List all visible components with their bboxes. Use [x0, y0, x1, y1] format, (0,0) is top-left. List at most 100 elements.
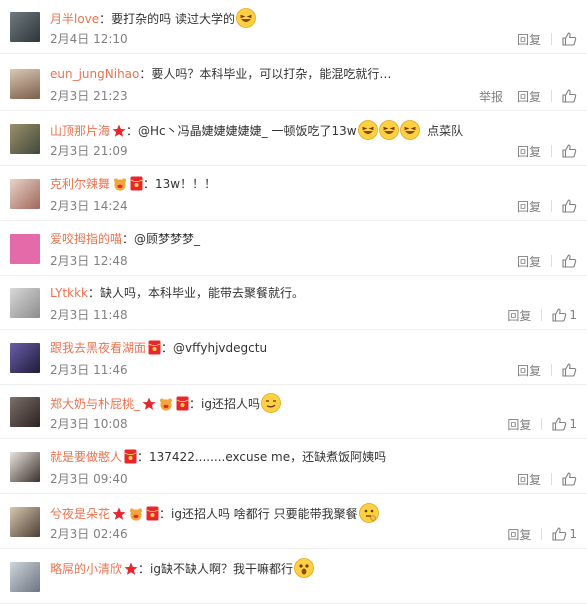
comment-time: 2月3日 09:40	[50, 472, 128, 486]
comment-username[interactable]: 略屌的小清欣	[50, 562, 122, 576]
redpacket-badge-icon	[124, 449, 137, 468]
action-divider	[541, 418, 543, 430]
like-button[interactable]: 1	[552, 417, 577, 431]
like-button[interactable]: 1	[552, 527, 577, 541]
smirk-emoji-icon	[261, 393, 281, 413]
comment-line: LYtkkk：缺人吗，本科毕业，能带去聚餐就行。	[50, 284, 567, 304]
comment-line: 山顶那片海 ：@Hc丶冯晶婕婕婕婕婕_ 一顿饭吃了13w 点菜队	[50, 120, 567, 140]
comment-line: 月半love：要打杂的吗 读过大学的	[50, 8, 567, 28]
comment-time: 2月3日 14:24	[50, 199, 128, 213]
reply-link[interactable]: 回复	[517, 198, 541, 215]
comment-text: ：要人吗？本科毕业，可以打杂，能混吃就行…	[139, 67, 392, 81]
like-button[interactable]	[562, 363, 577, 377]
comment-actions: 回复	[503, 31, 577, 47]
avatar[interactable]	[10, 288, 40, 318]
think-emoji-icon	[358, 503, 379, 523]
action-divider	[551, 255, 552, 267]
comment-line: 跟我去黑夜看湖面 ：@vffyhjvdegctu	[50, 339, 567, 359]
thumbs-up-icon	[562, 363, 577, 377]
thumbs-up-icon	[562, 89, 577, 103]
comment-actions: 回复	[503, 253, 577, 269]
comment-text-tail: 点菜队	[419, 124, 464, 138]
reply-link[interactable]: 回复	[517, 471, 541, 488]
like-count: 1	[569, 308, 577, 322]
comment-actions: 回复 1	[493, 526, 577, 542]
thumbs-up-icon	[552, 417, 567, 431]
thumbs-up-icon	[562, 472, 577, 486]
reply-link[interactable]: 回复	[507, 416, 531, 433]
reply-link[interactable]: 回复	[507, 526, 531, 543]
comment-username[interactable]: LYtkkk	[50, 286, 88, 300]
thumbs-up-icon	[562, 144, 577, 158]
like-button[interactable]	[562, 199, 577, 213]
like-button[interactable]: 1	[552, 308, 577, 322]
avatar[interactable]	[10, 343, 40, 373]
comment-line: 克利尔辣舞 ：13w！！！	[50, 175, 567, 195]
comment-text: ：@Hc丶冯晶婕婕婕婕婕_ 一顿饭吃了13w	[126, 124, 357, 138]
like-button[interactable]	[562, 254, 577, 268]
comment-username[interactable]: 山顶那片海	[50, 124, 110, 138]
comment-item: 跟我去黑夜看湖面 ：@vffyhjvdegctu 2月3日 11:46 回复	[0, 331, 587, 385]
comment-username[interactable]: 郑大奶与朴屁桃_	[50, 397, 140, 411]
avatar[interactable]	[10, 69, 40, 99]
comment-line: 爱咬拇指的喵：@顾梦梦梦_	[50, 230, 567, 250]
avatar[interactable]	[10, 234, 40, 264]
comment-line: eun_jungNihao：要人吗？本科毕业，可以打杂，能混吃就行…	[50, 65, 567, 85]
comment-text: ：@vffyhjvdegctu	[161, 341, 268, 355]
avatar[interactable]	[10, 12, 40, 42]
star-badge-icon	[112, 124, 126, 140]
comment-username[interactable]: 跟我去黑夜看湖面	[50, 341, 146, 355]
like-button[interactable]	[562, 32, 577, 46]
comment-text: ：ig还招人吗	[189, 397, 260, 411]
reply-link[interactable]: 回复	[517, 143, 541, 160]
reply-link[interactable]: 回复	[517, 88, 541, 105]
comment-line: 郑大奶与朴屁桃_ ：ig还招人吗	[50, 393, 567, 413]
avatar[interactable]	[10, 397, 40, 427]
like-count: 1	[569, 527, 577, 541]
action-divider	[551, 145, 552, 157]
action-divider	[551, 33, 552, 45]
shock-emoji-icon	[294, 558, 314, 578]
star-badge-icon	[142, 397, 156, 413]
avatar[interactable]	[10, 507, 40, 537]
comment-username[interactable]: 克利尔辣舞	[50, 177, 110, 191]
like-button[interactable]	[562, 89, 577, 103]
comment-line: 兮夜是朵花 ：ig还招人吗 啥都行 只要能带我聚餐	[50, 503, 567, 523]
comment-line: 略屌的小清欣 ：ig缺不缺人啊？我干嘛都行	[50, 558, 567, 578]
comment-username[interactable]: 爱咬拇指的喵	[50, 232, 122, 246]
comment-actions: 回复 1	[493, 416, 577, 432]
star-badge-icon	[112, 507, 126, 523]
avatar[interactable]	[10, 124, 40, 154]
avatar[interactable]	[10, 179, 40, 209]
action-divider	[551, 473, 552, 485]
laugh-emoji-icon	[378, 120, 399, 140]
comment-username[interactable]: 兮夜是朵花	[50, 507, 110, 521]
comment-username[interactable]: eun_jungNihao	[50, 67, 139, 81]
like-count: 1	[569, 417, 577, 431]
like-button[interactable]	[562, 472, 577, 486]
action-divider	[541, 309, 543, 321]
pig-badge-icon	[112, 177, 128, 195]
thumbs-up-icon	[562, 199, 577, 213]
comment-text: ：要打杂的吗 读过大学的	[99, 12, 235, 26]
comment-username[interactable]: 月半love	[50, 12, 99, 26]
reply-link[interactable]: 回复	[517, 362, 541, 379]
avatar[interactable]	[10, 562, 40, 592]
star-badge-icon	[124, 562, 138, 578]
reply-link[interactable]: 回复	[507, 307, 531, 324]
comment-item: 郑大奶与朴屁桃_ ：ig还招人吗 2月3日 10:08 回复 1	[0, 385, 587, 439]
reply-link[interactable]: 回复	[517, 253, 541, 270]
comment-item: 克利尔辣舞 ：13w！！！ 2月3日 14:24 回复	[0, 167, 587, 221]
comment-time: 2月3日 21:23	[50, 89, 128, 103]
pig-badge-icon	[128, 507, 144, 523]
comment-actions: 回复	[503, 471, 577, 487]
comment-item: 月半love：要打杂的吗 读过大学的 2月4日 12:10 回复	[0, 0, 587, 54]
like-button[interactable]	[562, 144, 577, 158]
comment-actions: 回复	[503, 362, 577, 378]
thumbs-up-icon	[562, 254, 577, 268]
report-link[interactable]: 举报	[479, 88, 503, 105]
redpacket-badge-icon	[146, 506, 159, 523]
avatar[interactable]	[10, 452, 40, 482]
reply-link[interactable]: 回复	[517, 31, 541, 48]
comment-username[interactable]: 就是要做憨人	[50, 450, 122, 464]
